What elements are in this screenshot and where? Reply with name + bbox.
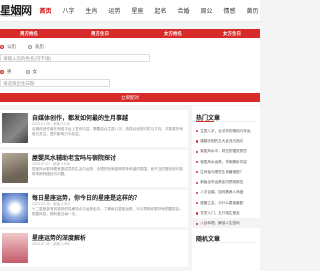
hot-article-title: 生肖兔与哪些生肖最相配？ bbox=[200, 169, 244, 174]
hot-article-title: 玄学入门，五行相生相克 bbox=[200, 211, 240, 216]
hot-article-item[interactable]: 家居风水中，财位的摆放禁忌 bbox=[196, 147, 260, 157]
bullet-icon bbox=[196, 171, 199, 174]
bullet-icon bbox=[196, 222, 199, 225]
tab-female-name[interactable]: 女方姓名 bbox=[142, 29, 204, 38]
article-item[interactable]: 自媒体创作，都发如何最的生月事越 2023-07-28 · 阅读 3,128 自… bbox=[0, 110, 188, 147]
site-logo-subtext: XINGYINWANG bbox=[1, 14, 23, 18]
hot-article-item[interactable]: 玄学入门，五行相生相克 bbox=[196, 208, 260, 218]
nav-item[interactable]: 八字 bbox=[57, 6, 80, 15]
hot-article-item[interactable]: 八字合婚，如何看两人命盘 bbox=[196, 188, 260, 198]
nav-item[interactable]: 情感 bbox=[218, 6, 241, 15]
calendar-lunar-radio[interactable] bbox=[28, 45, 32, 49]
article-title[interactable]: 每日星座运势，你今日的星座是这样的？ bbox=[32, 193, 140, 202]
hot-article-title: 家居风水运势，学家解析内容 bbox=[200, 159, 247, 164]
match-form: 男方姓名 男方生日 女方姓名 女方生日 公历 农历 请输入您的姓名(可不填) 男… bbox=[0, 29, 260, 105]
nav-item[interactable]: 运势 bbox=[103, 6, 126, 15]
gender-male-label: 男 bbox=[7, 69, 12, 74]
article-thumbnail[interactable] bbox=[2, 233, 28, 263]
main-nav: 首页 八字 生肖 运势 星座 起名 合婚 周公 情感 黄历 bbox=[34, 6, 260, 15]
hot-article-title: 属猪之友，与什么属相最配 bbox=[200, 200, 244, 205]
hot-articles-sidebar: 热门文章 生辰八字，合法年的借用与年运 婚姻手相的五大征兆与指引 家居风水中，财位的… bbox=[192, 106, 260, 225]
article-title[interactable]: 屋婴风水辅助老宝吗与宿院探讨 bbox=[32, 153, 116, 162]
hot-article-title: 八字合婚，如何看两人命盘 bbox=[200, 190, 244, 195]
calendar-lunar-label: 农历 bbox=[35, 44, 44, 49]
birthday-input[interactable]: 请选择出生日期 bbox=[0, 79, 110, 87]
tab-male-birthday[interactable]: 男方生日 bbox=[58, 29, 142, 38]
article-item[interactable]: 每日星座运势，你今日的星座是这样的？ 2023-07-26 · 阅读 4,512… bbox=[0, 190, 188, 227]
hot-article-title: 家居风水中，财位的摆放禁忌 bbox=[200, 149, 247, 154]
top-header: 星姻网 XINGYINWANG 首页 八字 生肖 运势 星座 起名 合婚 周公 情感 黄历 bbox=[0, 0, 260, 22]
article-title[interactable]: 自媒体创作，都发如何最的生月事越 bbox=[32, 113, 128, 122]
sidebar2-divider bbox=[196, 242, 256, 243]
gender-male-radio[interactable] bbox=[0, 70, 4, 74]
hot-article-item[interactable]: 属猪之友，与什么属相最配 bbox=[196, 198, 260, 208]
nav-item[interactable]: 首页 bbox=[34, 6, 57, 15]
submit-button[interactable]: 立即配对 bbox=[0, 93, 260, 102]
bullet-icon bbox=[196, 191, 199, 195]
hot-article-title: 八卦命理，解读人生密码 bbox=[200, 221, 240, 226]
bullet-icon bbox=[196, 212, 199, 215]
hot-article-item[interactable]: 家居风水运势，学家解析内容 bbox=[196, 157, 260, 167]
article-summary: 居室风水影响着家庭成员的生活与运势，合理的布局能够带来和谐的氛围，而不当的摆设则… bbox=[32, 167, 183, 176]
calendar-solar-label: 公历 bbox=[7, 44, 16, 49]
name-input[interactable]: 请输入您的姓名(可不填) bbox=[0, 54, 150, 62]
bullet-icon bbox=[196, 130, 199, 133]
article-summary: 十二星座各有其独特的性格特点与运势走向，了解每日星座运势，可以帮助你更好地把握机… bbox=[32, 207, 183, 216]
form-tabs: 男方姓名 男方生日 女方姓名 女方生日 bbox=[0, 29, 260, 38]
article-thumbnail[interactable] bbox=[2, 113, 28, 143]
gender-row: 男 女 bbox=[0, 69, 37, 75]
article-thumbnail[interactable] bbox=[2, 153, 28, 183]
nav-item[interactable]: 周公 bbox=[195, 6, 218, 15]
article-summary: 自媒体创作者在网络平台上发布内容，需要结合生辰八字，选择合适的时机与方向，才能更… bbox=[32, 127, 183, 136]
hot-article-item[interactable]: 新版全年运势走向预测报告 bbox=[196, 177, 260, 187]
article-item[interactable]: 星座运势的深度解析 2023-07-25 · 阅读 1,980 bbox=[0, 230, 188, 267]
gender-female-radio[interactable] bbox=[25, 70, 30, 74]
bullet-icon bbox=[196, 202, 199, 205]
hot-article-item[interactable]: 生辰八字，合法年的借用与年运 bbox=[196, 126, 260, 136]
random-articles-sidebar: 随机文章 bbox=[192, 228, 260, 271]
hot-article-item[interactable]: 生肖兔与哪些生肖最相配？ bbox=[196, 167, 260, 177]
calendar-solar-radio[interactable] bbox=[0, 45, 4, 49]
nav-item[interactable]: 黄历 bbox=[241, 6, 260, 15]
tab-male-name[interactable]: 男方姓名 bbox=[0, 29, 58, 38]
gender-female-label: 女 bbox=[32, 69, 38, 74]
bullet-icon bbox=[196, 181, 199, 184]
nav-item[interactable]: 生肖 bbox=[80, 6, 103, 15]
sidebar-accent-bar bbox=[196, 120, 214, 122]
hot-article-title: 新版全年运势走向预测报告 bbox=[200, 180, 244, 185]
bullet-icon bbox=[196, 160, 199, 164]
hot-article-list: 生辰八字，合法年的借用与年运 婚姻手相的五大征兆与指引 家居风水中，财位的摆放禁忌家… bbox=[196, 126, 260, 229]
page: 星姻网 XINGYINWANG 首页 八字 生肖 运势 星座 起名 合婚 周公 情感 黄历 男方姓… bbox=[0, 0, 260, 271]
hot-article-title: 生辰八字，合法年的借用与年运 bbox=[200, 128, 251, 133]
article-summary bbox=[32, 247, 184, 261]
hot-article-item[interactable]: 婚姻手相的五大征兆与指引 bbox=[196, 136, 260, 146]
tab-female-birthday[interactable]: 女方生日 bbox=[204, 29, 260, 38]
nav-item[interactable]: 起名 bbox=[149, 6, 172, 15]
bullet-icon bbox=[196, 140, 199, 143]
nav-item[interactable]: 星座 bbox=[126, 6, 149, 15]
calendar-type-row: 公历 农历 bbox=[0, 44, 44, 50]
article-thumbnail[interactable] bbox=[2, 193, 28, 223]
article-item[interactable]: 屋婴风水辅助老宝吗与宿院探讨 2023-07-27 · 阅读 2,846 居室风… bbox=[0, 150, 188, 187]
bullet-icon bbox=[196, 150, 199, 153]
hot-article-title: 婚姻手相的五大征兆与指引 bbox=[200, 138, 244, 143]
nav-item[interactable]: 合婚 bbox=[172, 6, 195, 15]
article-title[interactable]: 星座运势的深度解析 bbox=[32, 233, 86, 242]
